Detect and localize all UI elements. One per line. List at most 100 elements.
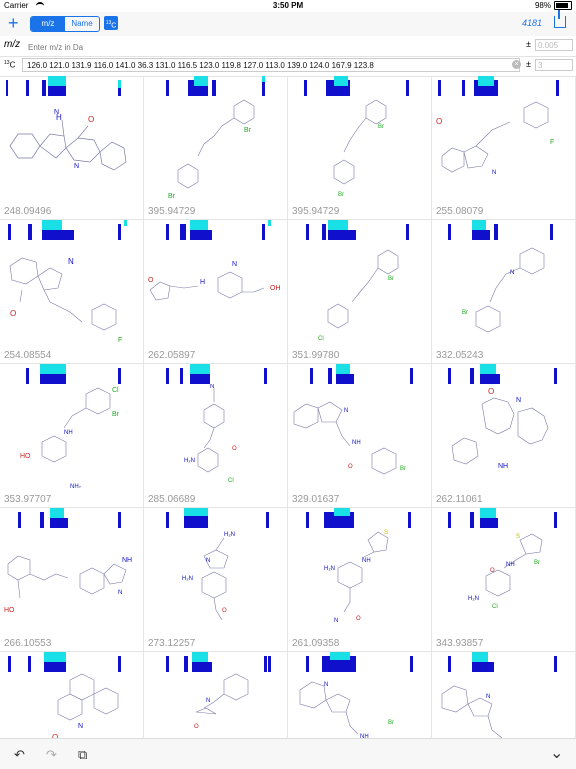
- spectrum-bar: [118, 224, 121, 240]
- spectrum-bar: [328, 220, 348, 230]
- svg-text:O: O: [348, 464, 353, 470]
- svg-text:N: N: [206, 698, 210, 704]
- compound-cell[interactable]: S Br NH O H₂N Cl 343.93857: [432, 508, 576, 652]
- compound-cell[interactable]: N NH O Br 329.01637: [288, 364, 432, 508]
- c13-label: 13C: [4, 60, 16, 70]
- compound-cell[interactable]: N O F 254.08554: [0, 220, 144, 364]
- svg-text:N: N: [210, 384, 214, 390]
- svg-text:NH: NH: [362, 558, 371, 564]
- collapse-keyboard-icon[interactable]: ⌄: [550, 743, 563, 763]
- mass-label: 262.11061: [436, 494, 483, 505]
- spectrum-bar: [310, 368, 313, 384]
- svg-text:Cl: Cl: [112, 387, 119, 394]
- compound-cell[interactable]: O F N 255.08079: [432, 76, 576, 220]
- bottom-toolbar: ↶ ↷ ⧉ ⌄: [0, 738, 576, 769]
- spectrum-bar: [408, 512, 411, 528]
- svg-text:H₂N: H₂N: [184, 458, 195, 464]
- svg-text:N: N: [74, 163, 79, 170]
- molecule-structure: O H N OH: [148, 261, 281, 301]
- compound-cell[interactable]: HO NH N 266.10553: [0, 508, 144, 652]
- undo-icon[interactable]: ↶: [14, 747, 25, 763]
- spectrum-bar: [438, 80, 441, 96]
- segment-mz[interactable]: m/z: [31, 17, 65, 31]
- svg-text:Br: Br: [462, 310, 468, 316]
- svg-text:N: N: [334, 618, 338, 624]
- svg-text:N: N: [78, 723, 83, 730]
- spectrum-bar: [448, 512, 451, 528]
- svg-text:O: O: [356, 616, 361, 622]
- mass-label: 262.05897: [148, 350, 196, 361]
- spectrum-bar: [336, 364, 350, 374]
- compound-cell[interactable]: N H₂N Cl O 285.06689: [144, 364, 288, 508]
- spectrum-bar: [8, 656, 11, 672]
- molecule-structure: N H₂N Cl O: [184, 384, 237, 484]
- spectrum-bar: [448, 368, 451, 384]
- svg-text:S: S: [384, 530, 388, 536]
- compound-cell[interactable]: Br Cl 351.99780: [288, 220, 432, 364]
- svg-text:O: O: [490, 568, 495, 574]
- compound-cell[interactable]: O N NH 262.11061: [432, 364, 576, 508]
- molecule-structure: Br Cl: [318, 249, 399, 342]
- mass-label: 273.12257: [148, 638, 196, 649]
- mass-label: 351.99780: [292, 350, 340, 361]
- clear-icon[interactable]: ×: [512, 60, 521, 69]
- clock: 3:50 PM: [272, 1, 304, 10]
- compound-cell[interactable]: N NH: [432, 652, 576, 738]
- spectrum-bar: [180, 224, 186, 240]
- spectrum-bar: [268, 220, 271, 226]
- spectrum-bar: [472, 220, 486, 230]
- compound-cell[interactable]: Br Br 395.94729: [288, 76, 432, 220]
- mz-tolerance-field[interactable]: 0.005: [535, 39, 573, 51]
- svg-text:N: N: [516, 397, 521, 404]
- mz-search-row: m/z ± 0.005: [0, 36, 576, 57]
- svg-text:Cl: Cl: [492, 604, 498, 610]
- copy-icon[interactable]: ⧉: [78, 747, 87, 763]
- add-icon[interactable]: +: [8, 14, 19, 32]
- molecule-structure: N NH O Br: [293, 401, 406, 475]
- sort-segmented-control: m/z Name: [30, 16, 100, 32]
- segment-name[interactable]: Name: [65, 17, 99, 31]
- molecule-structure: O N NH: [451, 387, 549, 470]
- result-count: 4181: [521, 18, 542, 28]
- spectrum-bar: [472, 230, 490, 240]
- svg-text:Br: Br: [112, 411, 120, 418]
- svg-text:Cl: Cl: [228, 478, 234, 484]
- svg-text:HO: HO: [20, 453, 31, 460]
- share-icon[interactable]: [554, 10, 566, 28]
- svg-text:OH: OH: [270, 285, 281, 292]
- spectrum-bar: [194, 76, 208, 86]
- compound-cell[interactable]: N NH Br: [288, 652, 432, 738]
- c13-toggle-button[interactable]: 13C: [104, 16, 118, 30]
- redo-icon[interactable]: ↷: [46, 747, 57, 763]
- mz-input[interactable]: [26, 39, 520, 55]
- svg-text:H₂N: H₂N: [468, 596, 479, 602]
- spectrum-bar: [8, 224, 11, 240]
- c13-shifts-field[interactable]: 126.0 121.0 131.9 116.0 141.0 36.3 131.0…: [22, 58, 520, 72]
- spectrum-bar: [190, 364, 210, 374]
- compound-cell[interactable]: O N: [0, 652, 144, 738]
- molecule-structure: N NH Br: [299, 681, 394, 738]
- c13-tolerance-field[interactable]: 3: [535, 59, 573, 71]
- compound-cell[interactable]: N O: [144, 652, 288, 738]
- spectrum-bar: [410, 368, 413, 384]
- spectrum-bar: [494, 224, 498, 240]
- compound-cell[interactable]: N Br 332.05243: [432, 220, 576, 364]
- compound-cell[interactable]: Br Br 395.94729: [144, 76, 288, 220]
- spectrum-bar: [304, 80, 307, 96]
- spectrum-bar: [472, 662, 494, 672]
- mass-label: 343.93857: [436, 638, 484, 649]
- svg-text:NH: NH: [122, 557, 132, 564]
- mass-label: 285.06689: [148, 494, 196, 505]
- compound-cell[interactable]: O H N OH 262.05897: [144, 220, 288, 364]
- svg-text:N: N: [232, 261, 237, 268]
- compound-cell[interactable]: Cl Br NH HO NH₂ 353.97707: [0, 364, 144, 508]
- svg-text:NH: NH: [498, 463, 508, 470]
- spectrum-bar: [410, 656, 413, 672]
- svg-text:N: N: [68, 257, 74, 266]
- compound-cell[interactable]: S H₂N NH O N 261.09358: [288, 508, 432, 652]
- molecule-structure: HO NH N: [4, 555, 132, 614]
- compound-cell[interactable]: HN O N 248.09496: [0, 76, 144, 220]
- compound-cell[interactable]: H₂N H₂N N O 273.12257: [144, 508, 288, 652]
- spectrum-bar: [166, 656, 169, 672]
- spectrum-bar: [40, 374, 66, 384]
